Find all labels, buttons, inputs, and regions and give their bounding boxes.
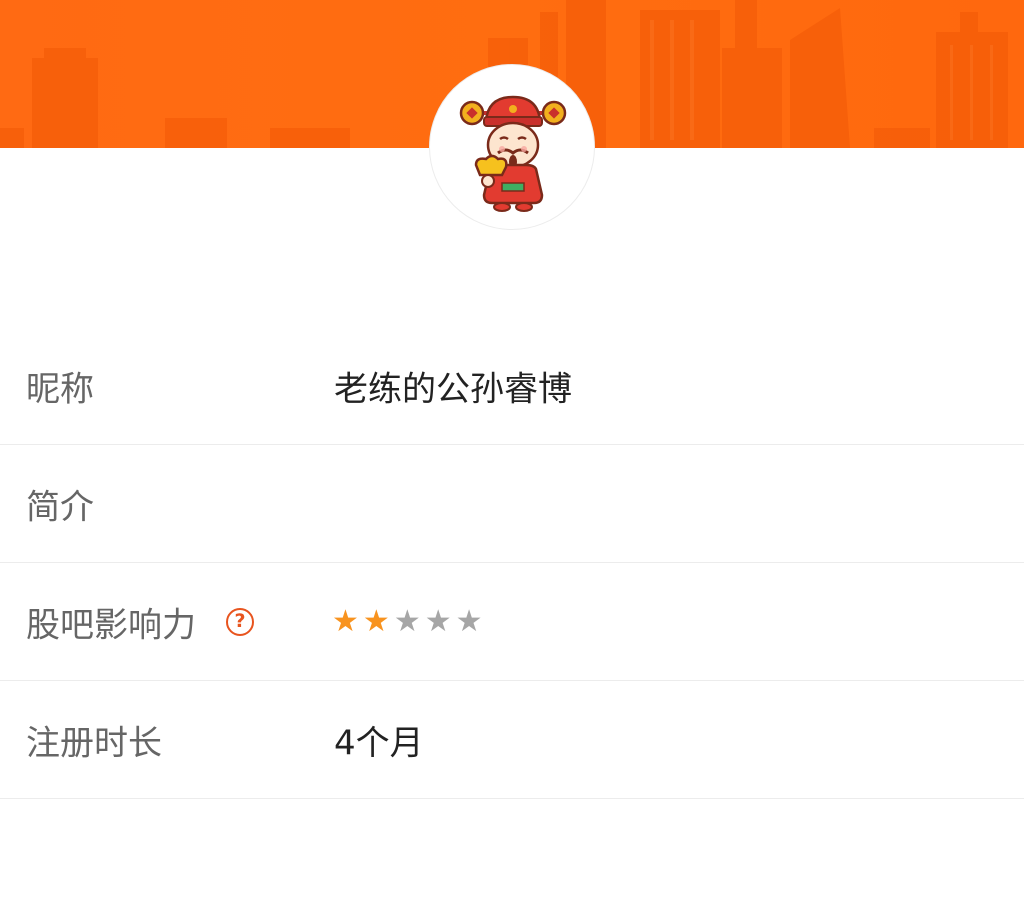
- bio-row[interactable]: 简介: [0, 445, 1024, 563]
- avatar[interactable]: [429, 64, 595, 230]
- star-empty-icon: ★: [424, 603, 452, 639]
- star-filled-icon: ★: [362, 603, 390, 639]
- influence-label: 股吧影响力: [26, 605, 196, 645]
- registration-label: 注册时长: [26, 723, 162, 763]
- god-of-wealth-avatar: [459, 95, 567, 212]
- profile-page: 昵称 老练的公孙睿博 简介 股吧影响力 ? ★ ★ ★ ★ ★ 注册时长 4个月: [0, 0, 1024, 902]
- nickname-label: 昵称: [26, 369, 94, 409]
- star-empty-icon: ★: [455, 603, 483, 639]
- nickname-value: 老练的公孙睿博: [334, 369, 572, 409]
- star-empty-icon: ★: [393, 603, 421, 639]
- star-filled-icon: ★: [332, 603, 359, 639]
- bio-label: 简介: [26, 487, 94, 527]
- influence-rating: ★ ★ ★ ★ ★: [332, 603, 483, 639]
- influence-row: 股吧影响力 ? ★ ★ ★ ★ ★: [0, 563, 1024, 681]
- nickname-row[interactable]: 昵称 老练的公孙睿博: [0, 327, 1024, 445]
- question-circle-icon[interactable]: ?: [226, 607, 254, 636]
- registration-value: 4个月: [334, 723, 424, 763]
- registration-row: 注册时长 4个月: [0, 681, 1024, 799]
